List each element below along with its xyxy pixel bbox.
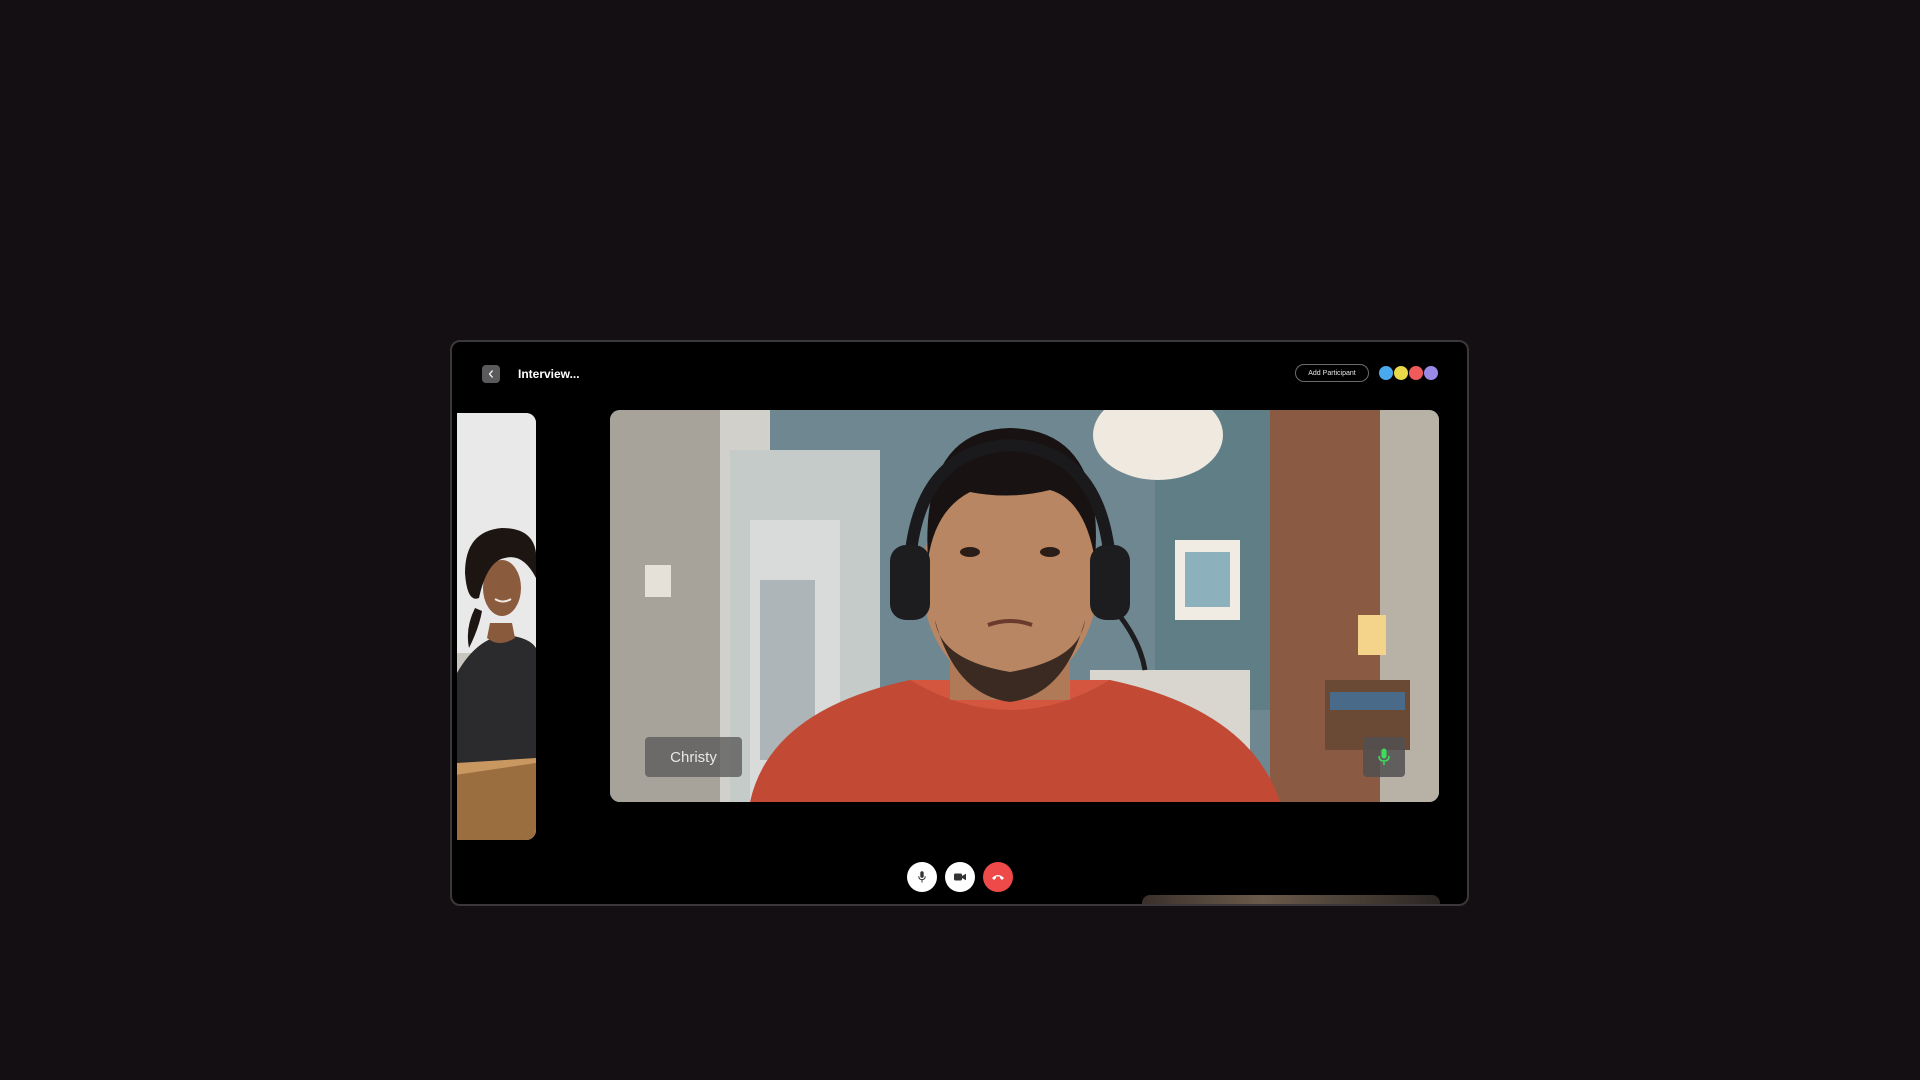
participant-video-image — [457, 413, 536, 840]
phone-hangup-icon — [992, 875, 1004, 880]
participant-tile[interactable] — [457, 413, 536, 840]
self-view-preview[interactable] — [1142, 895, 1440, 904]
call-controls — [907, 862, 1013, 892]
video-toggle-button[interactable] — [945, 862, 975, 892]
mute-button[interactable] — [907, 862, 937, 892]
back-button[interactable] — [482, 365, 500, 383]
microphone-icon — [918, 871, 926, 883]
add-participant-button[interactable]: Add Participant — [1295, 364, 1369, 382]
call-window: Interview... Add Participant Christy — [450, 340, 1469, 906]
speaker-name-label: Christy — [645, 737, 742, 777]
avatar[interactable] — [1423, 365, 1439, 381]
speaker-mic-status — [1363, 737, 1405, 777]
avatar[interactable] — [1378, 365, 1394, 381]
microphone-active-icon — [1378, 748, 1390, 765]
avatar[interactable] — [1408, 365, 1424, 381]
end-call-button[interactable] — [983, 862, 1013, 892]
avatar[interactable] — [1393, 365, 1409, 381]
participant-avatars[interactable] — [1378, 365, 1439, 381]
chevron-left-icon — [488, 370, 493, 378]
main-video[interactable]: Christy — [610, 410, 1439, 802]
video-camera-icon — [954, 873, 966, 881]
call-title: Interview... — [518, 367, 580, 381]
